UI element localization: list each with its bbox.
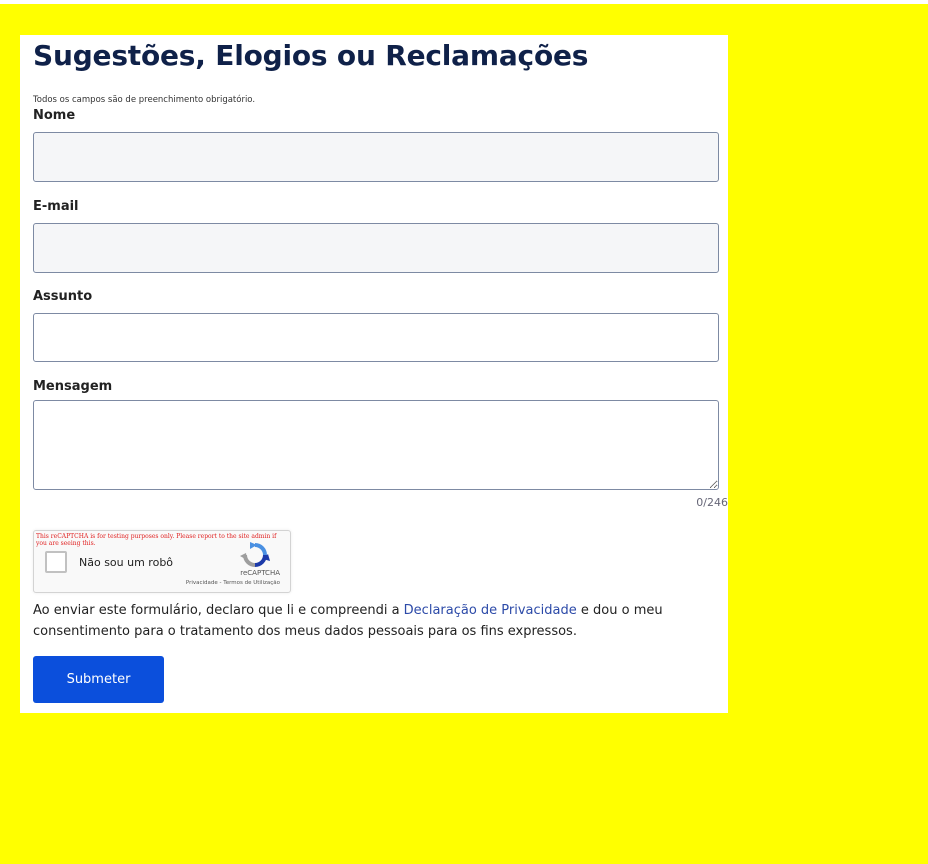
email-label: E-mail <box>33 199 79 214</box>
subject-input[interactable] <box>33 313 719 362</box>
recaptcha-terms-link[interactable]: Termos de Utilização <box>223 580 280 586</box>
subject-label: Assunto <box>33 289 93 304</box>
recaptcha-checkbox[interactable] <box>45 551 67 573</box>
recaptcha-label: Não sou um robô <box>79 556 174 569</box>
privacy-declaration-link[interactable]: Declaração de Privacidade <box>404 603 577 618</box>
email-input[interactable] <box>33 223 719 273</box>
message-counter: 0/246 <box>696 496 728 509</box>
page-title: Sugestões, Elogios ou Reclamações <box>33 39 589 72</box>
feedback-form-panel: Sugestões, Elogios ou Reclamações Todos … <box>20 35 728 713</box>
recaptcha-links: Privacidade - Termos de Utilização <box>186 580 280 586</box>
required-note: Todos os campos são de preenchimento obr… <box>33 95 256 105</box>
recaptcha-brand: reCAPTCHA <box>240 569 280 577</box>
consent-text: Ao enviar este formulário, declaro que l… <box>33 600 723 642</box>
name-label: Nome <box>33 108 76 123</box>
recaptcha-logo-icon <box>240 542 270 567</box>
message-textarea[interactable] <box>33 400 719 490</box>
recaptcha-widget: This reCAPTCHA is for testing purposes o… <box>33 530 291 593</box>
submit-button[interactable]: Submeter <box>33 656 164 703</box>
message-label: Mensagem <box>33 379 113 394</box>
name-input[interactable] <box>33 132 719 182</box>
recaptcha-privacy-link[interactable]: Privacidade <box>186 580 218 586</box>
consent-text-before: Ao enviar este formulário, declaro que l… <box>33 603 404 618</box>
top-strip <box>0 0 928 4</box>
